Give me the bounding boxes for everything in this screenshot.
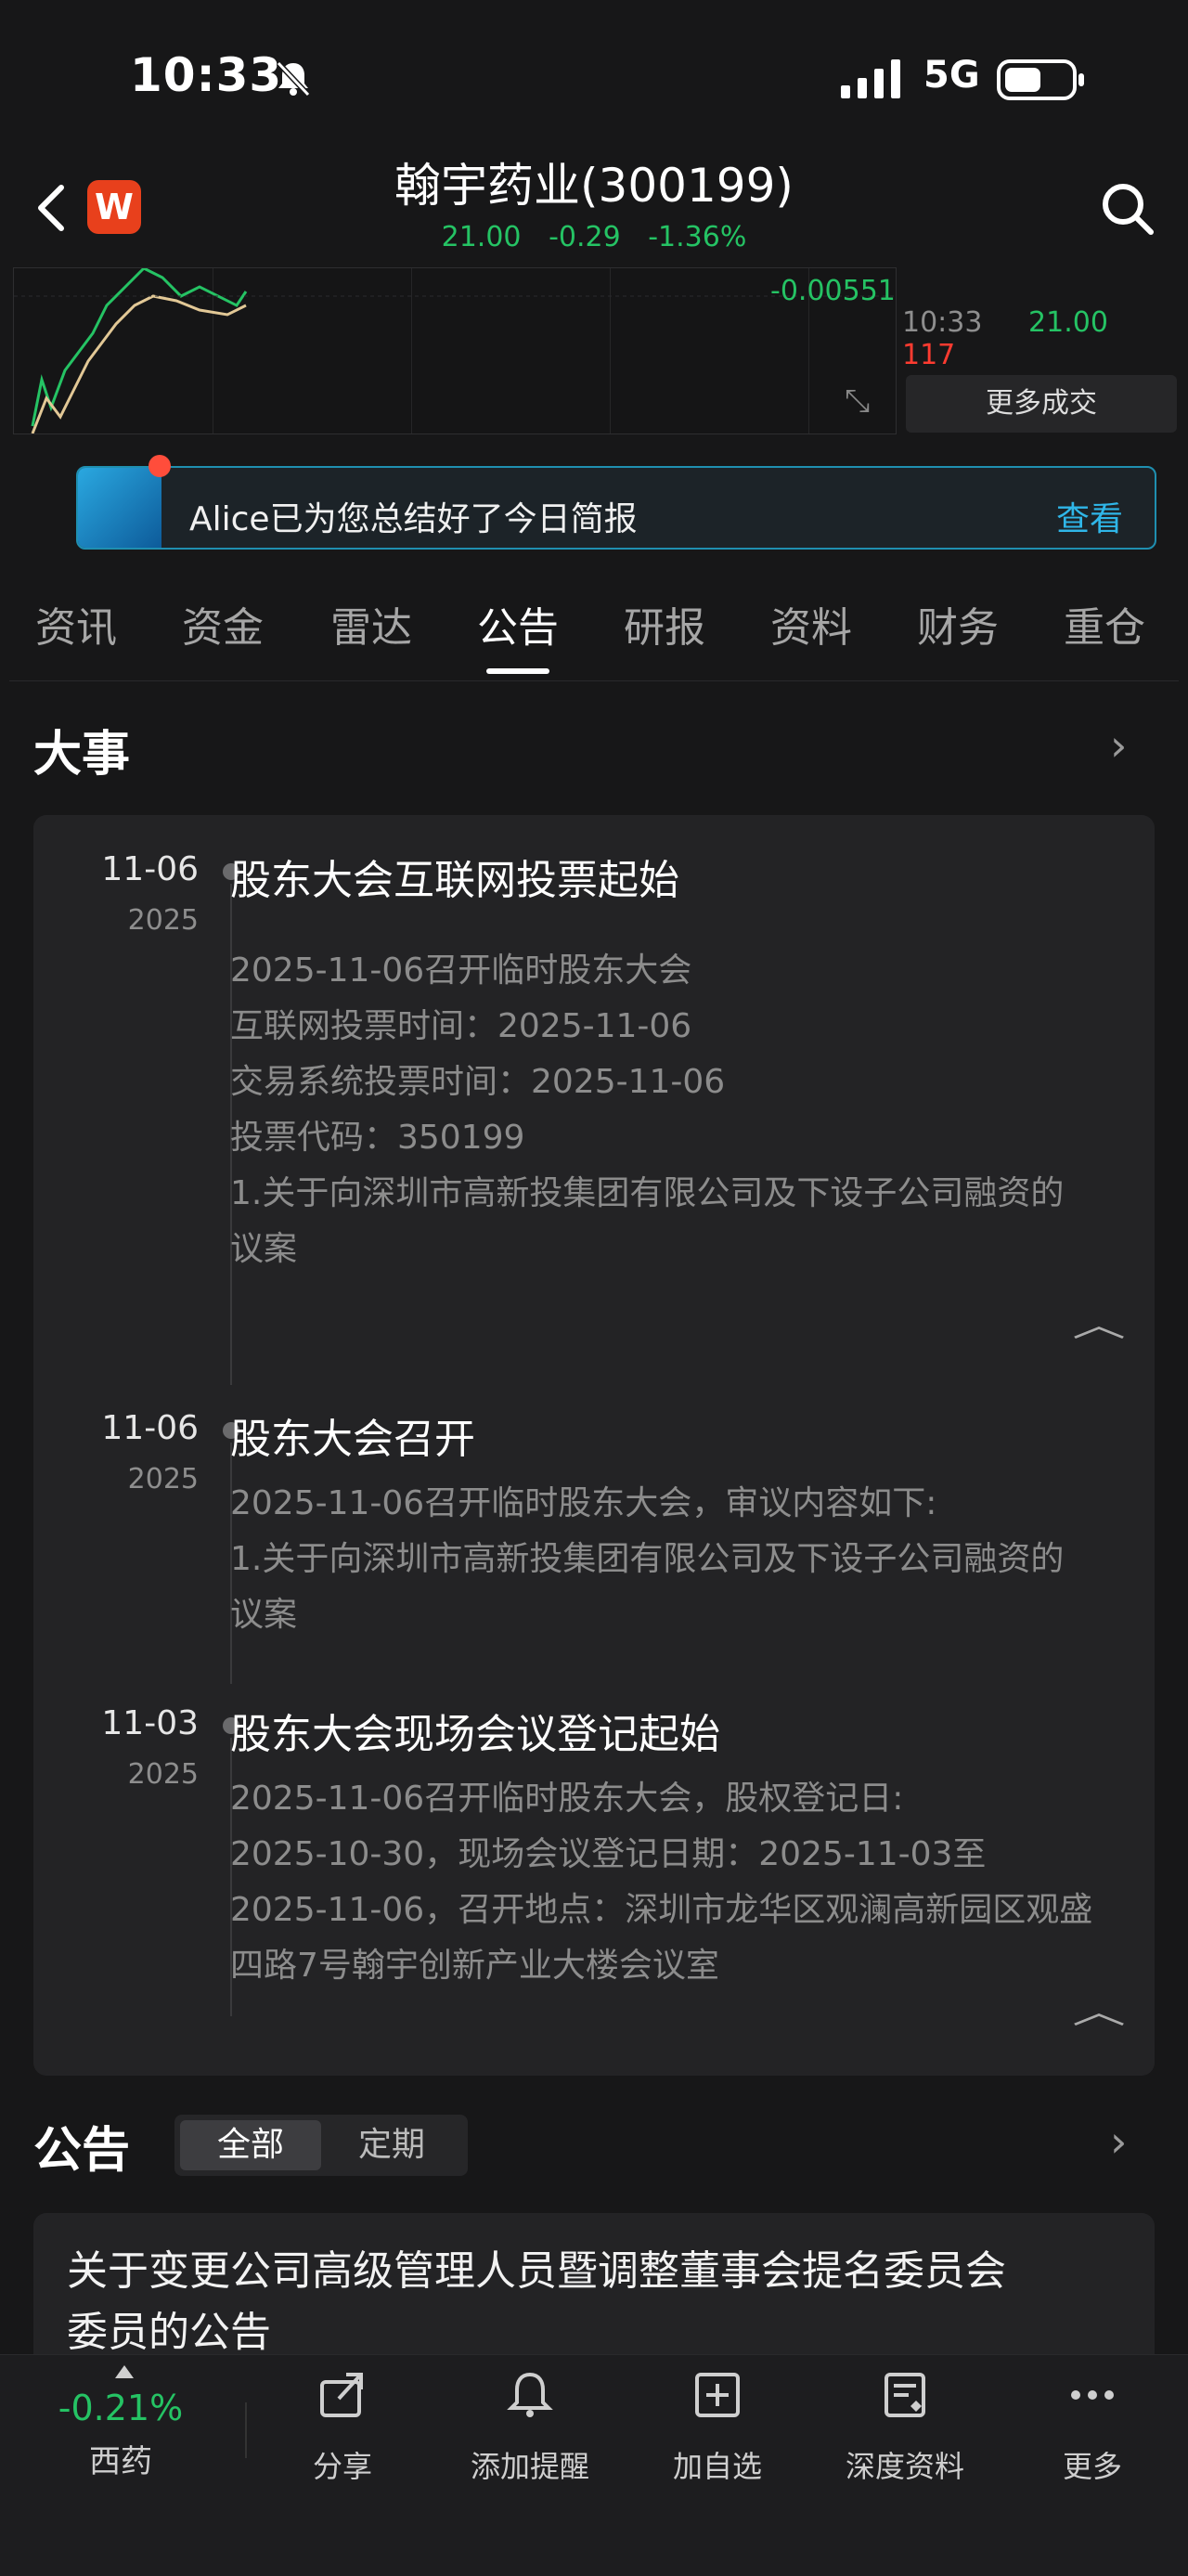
event-date: 11-06	[101, 1409, 199, 1447]
plus-square-icon	[639, 2369, 796, 2434]
event-body: 2025-11-06召开临时股东大会 互联网投票时间：2025-11-06 交易…	[230, 943, 1149, 1277]
event-line: 四路7号翰宇创新产业大楼会议室	[230, 1947, 719, 1985]
intraday-chart[interactable]	[13, 267, 897, 434]
tab-profile[interactable]: 资料	[770, 594, 852, 654]
sector-up-arrow-icon	[115, 2365, 134, 2378]
search-icon[interactable]	[1099, 180, 1156, 238]
collapse-chevron-icon[interactable]: ︿	[1072, 1298, 1126, 1346]
stock-price: 21.00	[441, 221, 522, 253]
event-title[interactable]: 股东大会互联网投票起始	[230, 847, 679, 906]
tabs-divider	[9, 680, 1179, 681]
announcements-more-chevron-icon[interactable]: ›	[1110, 2116, 1127, 2167]
add-alert-label: 添加提醒	[470, 2449, 589, 2484]
share-icon	[264, 2369, 421, 2434]
chart-axis-value: -0.00551	[770, 275, 896, 307]
trade-row: 10:33 21.00 117	[902, 306, 1181, 371]
stock-change-pct: -1.36%	[648, 221, 747, 253]
event-year: 2025	[127, 904, 199, 937]
tab-bar: 资讯 资金 雷达 公告 研报 资料 财务 重仓	[0, 594, 1188, 672]
event-line: 2025-11-06召开临时股东大会，审议内容如下:	[230, 1484, 937, 1522]
expand-icon[interactable]: ⤡	[845, 382, 870, 420]
event-line: 互联网投票时间：2025-11-06	[230, 1007, 692, 1045]
announcement-filter: 全部 定期	[174, 2115, 468, 2176]
share-label: 分享	[312, 2449, 372, 2484]
add-alert-button[interactable]: 添加提醒	[451, 2369, 609, 2486]
collapse-chevron-icon[interactable]: ︿	[1072, 1985, 1126, 2033]
event-body: 2025-11-06召开临时股东大会，股权登记日: 2025-10-30，现场会…	[230, 1771, 1149, 1994]
tab-announcements[interactable]: 公告	[477, 594, 559, 654]
trade-volume: 117	[902, 339, 956, 371]
event-line: 交易系统投票时间：2025-11-06	[230, 1063, 726, 1101]
status-time: 10:33	[130, 48, 283, 102]
filter-all[interactable]: 全部	[180, 2120, 321, 2170]
announcement-title-line: 关于变更公司高级管理人员暨调整董事会提名委员会	[67, 2247, 1006, 2295]
sector-change[interactable]: -0.21%	[37, 2388, 204, 2428]
share-button[interactable]: 分享	[264, 2369, 421, 2486]
signal-icon	[841, 59, 900, 98]
event-date: 11-06	[101, 850, 199, 888]
event-year: 2025	[127, 1463, 199, 1495]
event-body: 2025-11-06召开临时股东大会，审议内容如下: 1.关于向深圳市高新投集团…	[230, 1476, 1149, 1643]
alice-avatar	[78, 468, 161, 548]
stock-quote: 21.00 -0.29 -1.36%	[0, 221, 1188, 253]
event-line: 2025-10-30，现场会议登记日期：2025-11-03至	[230, 1835, 987, 1873]
event-year: 2025	[127, 1758, 199, 1791]
deep-data-label: 深度资料	[845, 2449, 964, 2484]
event-line: 议案	[230, 1596, 298, 1634]
bell-icon	[451, 2369, 609, 2434]
stock-change: -0.29	[549, 221, 621, 253]
announcement-title[interactable]: 关于变更公司高级管理人员暨调整董事会提名委员会 委员的公告	[67, 2241, 1125, 2363]
mute-bell-icon	[276, 60, 311, 97]
event-line: 议案	[230, 1230, 298, 1268]
event-title[interactable]: 股东大会召开	[230, 1405, 475, 1465]
tab-finance[interactable]: 财务	[917, 594, 999, 654]
event-line: 1.关于向深圳市高新投集团有限公司及下设子公司融资的	[230, 1174, 1065, 1212]
event-line: 2025-11-06召开临时股东大会	[230, 951, 692, 990]
banner-text: Alice已为您总结好了今日简报	[189, 500, 638, 538]
events-card: 11-06 2025 股东大会互联网投票起始 2025-11-06召开临时股东大…	[33, 815, 1155, 2076]
filter-periodic[interactable]: 定期	[321, 2120, 462, 2170]
event-line: 2025-11-06召开临时股东大会，股权登记日:	[230, 1780, 904, 1818]
event-line: 1.关于向深圳市高新投集团有限公司及下设子公司融资的	[230, 1540, 1065, 1578]
event-date: 11-03	[101, 1704, 199, 1742]
add-watchlist-label: 加自选	[672, 2449, 762, 2484]
tab-funds[interactable]: 资金	[182, 594, 264, 654]
more-dots-icon	[1014, 2369, 1171, 2434]
more-label: 更多	[1062, 2449, 1122, 2484]
event-line: 2025-11-06，召开地点：深圳市龙华区观澜高新园区观盛	[230, 1891, 1093, 1929]
deep-data-button[interactable]: 深度资料	[826, 2369, 984, 2486]
stock-title: 翰宇药业(300199)	[394, 159, 794, 213]
sector-name[interactable]: 西药	[37, 2436, 204, 2481]
bottom-divider	[245, 2402, 247, 2458]
document-icon	[826, 2369, 984, 2434]
trade-time: 10:33	[902, 306, 983, 339]
tab-news[interactable]: 资讯	[35, 594, 117, 654]
event-title[interactable]: 股东大会现场会议登记起始	[230, 1701, 720, 1760]
events-more-chevron-icon[interactable]: ›	[1110, 720, 1127, 770]
more-deals-button[interactable]: 更多成交	[906, 375, 1177, 433]
tab-radar[interactable]: 雷达	[330, 594, 412, 654]
add-watchlist-button[interactable]: 加自选	[639, 2369, 796, 2486]
event-line: 投票代码：350199	[230, 1119, 525, 1157]
announcements-section-title: 公告	[33, 2123, 131, 2179]
events-section-title: 大事	[33, 727, 131, 783]
notification-dot	[148, 455, 171, 477]
more-button[interactable]: 更多	[1014, 2369, 1171, 2486]
active-tab-indicator	[486, 668, 549, 674]
trade-price: 21.00	[1028, 306, 1108, 339]
battery-icon	[997, 59, 1084, 100]
alice-brief-banner[interactable]: Alice已为您总结好了今日简报 查看	[76, 466, 1156, 550]
price-line	[14, 268, 896, 434]
network-type: 5G	[923, 54, 980, 97]
banner-view-link[interactable]: 查看	[1056, 492, 1123, 540]
tab-holdings[interactable]: 重仓	[1064, 594, 1145, 654]
tab-research[interactable]: 研报	[624, 594, 705, 654]
